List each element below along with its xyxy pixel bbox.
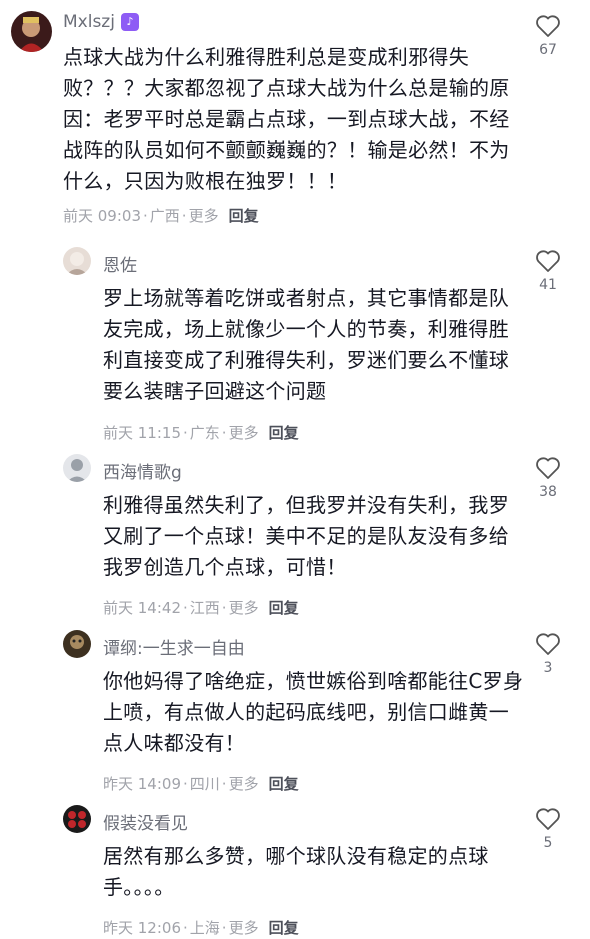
like-button[interactable]: 38 bbox=[532, 456, 564, 500]
comment-meta: 昨天 14:09 · 四川 · 更多 回复 bbox=[103, 775, 299, 793]
reply-button[interactable]: 回复 bbox=[229, 207, 259, 225]
more-link[interactable]: 更多 bbox=[229, 599, 259, 617]
like-count: 41 bbox=[539, 277, 557, 293]
comment-meta: 前天 09:03 · 广西 · 更多 回复 bbox=[63, 207, 259, 225]
heart-outline-icon bbox=[536, 808, 560, 830]
reply-button[interactable]: 回复 bbox=[269, 599, 299, 617]
heart-outline-icon bbox=[536, 250, 560, 272]
reply-button[interactable]: 回复 bbox=[269, 424, 299, 442]
like-count: 67 bbox=[539, 42, 557, 58]
comment-text: 利雅得虽然失利了，但我罗并没有失利，我罗又刷了一个点球！美中不足的是队友没有多给… bbox=[103, 493, 509, 579]
comment-text: 你他妈得了啥绝症，愤世嫉俗到啥都能往C罗身上喷，有点做人的起码底线吧，别信口雌黄… bbox=[103, 669, 524, 755]
username[interactable]: 谭纲:一生求一自由 bbox=[103, 634, 245, 659]
comment-meta: 昨天 12:06 · 上海 · 更多 回复 bbox=[103, 919, 299, 937]
avatar[interactable] bbox=[63, 454, 91, 482]
music-badge-icon: ♪ bbox=[120, 13, 139, 31]
like-count: 38 bbox=[539, 484, 557, 500]
username[interactable]: Mxlszj ♪ bbox=[63, 12, 139, 32]
like-button[interactable]: 41 bbox=[532, 249, 564, 293]
like-button[interactable]: 67 bbox=[532, 14, 564, 58]
username[interactable]: 假装没看见 bbox=[103, 809, 188, 834]
reply-button[interactable]: 回复 bbox=[269, 919, 299, 937]
comment-text: 罗上场就等着吃饼或者射点，其它事情都是队友完成，场上就像少一个人的节奏，利雅得胜… bbox=[103, 286, 509, 403]
like-count: 3 bbox=[543, 660, 553, 676]
avatar[interactable] bbox=[11, 11, 52, 52]
comment-text: 点球大战为什么利雅得胜利总是变成利邪得失败？？？大家都忽视了点球大战为什么总是输… bbox=[63, 45, 510, 193]
username[interactable]: 恩佐 bbox=[103, 251, 137, 276]
more-link[interactable]: 更多 bbox=[229, 424, 259, 442]
more-link[interactable]: 更多 bbox=[189, 207, 219, 225]
username[interactable]: 西海情歌g bbox=[103, 458, 182, 483]
heart-outline-icon bbox=[536, 457, 560, 479]
reply-button[interactable]: 回复 bbox=[269, 775, 299, 793]
like-button[interactable]: 5 bbox=[532, 807, 564, 851]
comment-text: 居然有那么多赞，哪个球队没有稳定的点球手。。。。 bbox=[103, 844, 489, 899]
like-button[interactable]: 3 bbox=[532, 632, 564, 676]
heart-outline-icon bbox=[536, 15, 560, 37]
avatar[interactable] bbox=[63, 247, 91, 275]
comment-meta: 前天 11:15 · 广东 · 更多 回复 bbox=[103, 424, 299, 442]
more-link[interactable]: 更多 bbox=[229, 775, 259, 793]
avatar[interactable] bbox=[63, 630, 91, 658]
comment-meta: 前天 14:42 · 江西 · 更多 回复 bbox=[103, 599, 299, 617]
heart-outline-icon bbox=[536, 633, 560, 655]
more-link[interactable]: 更多 bbox=[229, 919, 259, 937]
avatar[interactable] bbox=[63, 805, 91, 833]
like-count: 5 bbox=[543, 835, 553, 851]
